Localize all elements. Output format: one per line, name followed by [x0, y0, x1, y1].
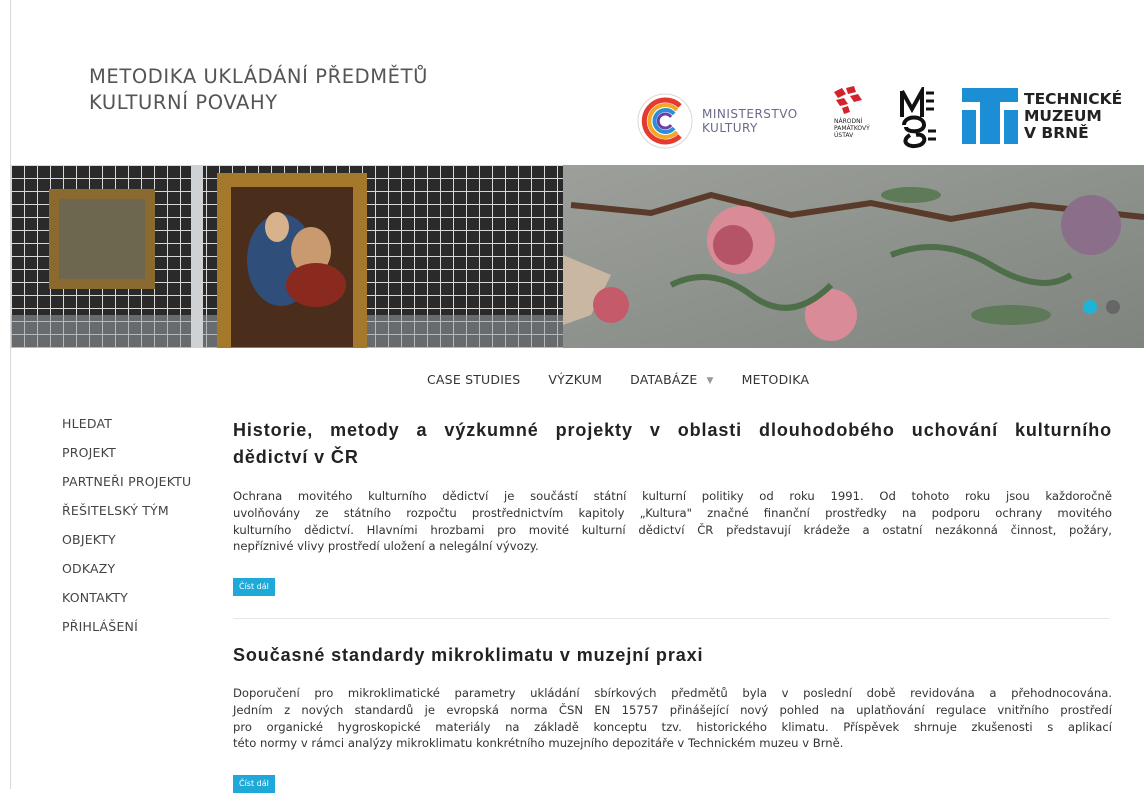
sidebar-item-partneri-projektu[interactable]: PARTNEŘI PROJEKTU: [62, 474, 191, 503]
nav-item-databaze[interactable]: DATABÁZE ▼: [630, 372, 714, 387]
sidebar-item-prihlaseni[interactable]: PŘIHLÁŠENÍ: [62, 619, 191, 648]
sidebar-item-hledat[interactable]: HLEDAT: [62, 416, 191, 445]
hero-banner-image: [11, 165, 1144, 348]
chevron-down-icon: ▼: [706, 376, 714, 386]
article-divider: [233, 618, 1109, 619]
article-2-body-line-1: Doporučení pro mikroklimatické parametry…: [233, 686, 1112, 700]
read-more-button[interactable]: Číst dál: [233, 775, 275, 793]
mk-line-1: MINISTERSTVO: [702, 107, 798, 121]
sidebar-item-objekty[interactable]: OBJEKTY: [62, 532, 191, 561]
tm-line-2: MUZEUM: [1024, 106, 1102, 125]
sidebar-item-resitelsky-tym[interactable]: ŘEŠITELSKÝ TÝM: [62, 503, 191, 532]
article-2-body-line-4: této normy v rámci analýzy mikroklimatu …: [233, 736, 844, 751]
sidebar-item-projekt[interactable]: PROJEKT: [62, 445, 191, 474]
article-2-body: Doporučení pro mikroklimatické parametry…: [233, 685, 1112, 752]
npu-line-1: NÁRODNÍ: [834, 118, 863, 125]
article-1-title[interactable]: Historie, metody a výzkumné projekty v o…: [233, 417, 1112, 471]
npu-line-2: PAMÁTKOVÝ: [834, 125, 870, 132]
technicke-muzeum-emblem-icon: [962, 88, 1018, 144]
nav-item-databaze-label: DATABÁZE: [630, 372, 698, 387]
article-2-title[interactable]: Současné standardy mikroklimatu v muzejn…: [233, 645, 1112, 666]
nav-item-metodika[interactable]: METODIKA: [742, 372, 810, 387]
nav-item-vyzkum[interactable]: VÝZKUM: [548, 372, 602, 387]
article-1-body-line-1: Ochrana movitého kulturního dědictví je …: [233, 489, 1112, 503]
ministerstvo-kultury-emblem-icon: [637, 93, 693, 149]
site-title-line-1: METODIKA UKLÁDÁNÍ PŘEDMĚTŮ: [89, 65, 428, 88]
slider-dot-2[interactable]: [1106, 300, 1120, 314]
article-1-body: Ochrana movitého kulturního dědictví je …: [233, 488, 1112, 555]
site-title[interactable]: METODIKA UKLÁDÁNÍ PŘEDMĚTŮ KULTURNÍ POVA…: [89, 64, 509, 116]
article-1-title-line-2: dědictví v ČR: [233, 447, 359, 467]
slider-dot-1[interactable]: [1083, 300, 1097, 314]
npu-emblem-icon: [834, 86, 862, 114]
sidebar-navigation: HLEDAT PROJEKT PARTNEŘI PROJEKTU ŘEŠITEL…: [62, 416, 191, 648]
article-1-body-line-3: kulturního dědictví. Hlavními hrozbami p…: [233, 522, 1112, 537]
sidebar-item-odkazy[interactable]: ODKAZY: [62, 561, 191, 590]
page-left-border: [10, 0, 11, 789]
mk-line-2: KULTURY: [702, 121, 758, 135]
tm-line-1: TECHNICKÉ: [1024, 89, 1123, 108]
site-title-line-2: KULTURNÍ POVAHY: [89, 91, 278, 114]
article-2: Současné standardy mikroklimatu v muzejn…: [233, 645, 1112, 793]
article-1: Historie, metody a výzkumné projekty v o…: [233, 417, 1112, 596]
article-1-body-line-4: nepříznivé vlivy prostředí uložení a nel…: [233, 539, 539, 554]
article-2-body-line-3: pro organické hygroskopické materiály na…: [233, 719, 1112, 734]
read-more-button[interactable]: Číst dál: [233, 578, 275, 596]
article-1-title-line-1: Historie, metody a výzkumné projekty v o…: [233, 420, 1112, 440]
nav-item-case-studies[interactable]: CASE STUDIES: [427, 372, 520, 387]
moravska-galerie-logo-icon[interactable]: [896, 87, 952, 151]
tm-line-3: V BRNĚ: [1024, 123, 1089, 142]
ministerstvo-kultury-logo[interactable]: MINISTERSTVO KULTURY: [636, 91, 798, 151]
article-1-body-line-2: uvolňovány ze státního rozpočtu prostřed…: [233, 505, 1112, 520]
sidebar-item-kontakty[interactable]: KONTAKTY: [62, 590, 191, 619]
banner-artwork: [11, 165, 1144, 348]
technicke-muzeum-logo[interactable]: TECHNICKÉ MUZEUM V BRNĚ: [962, 88, 1122, 144]
npu-logo[interactable]: NÁRODNÍ PAMÁTKOVÝ ÚSTAV: [824, 84, 884, 154]
npu-line-3: ÚSTAV: [834, 132, 854, 139]
main-navigation: CASE STUDIES VÝZKUM DATABÁZE ▼ METODIKA: [427, 372, 809, 387]
article-2-body-line-2: Jedním z nových standardů je evropská no…: [233, 702, 1112, 717]
